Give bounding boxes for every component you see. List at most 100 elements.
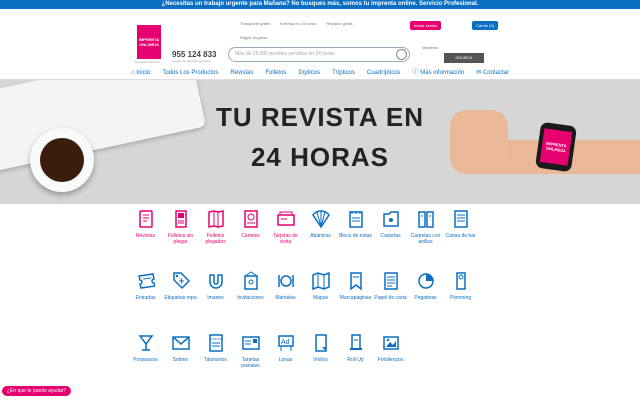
- product-tile[interactable]: Carpetas con anillas: [408, 206, 443, 262]
- product-label: Lonas: [278, 357, 293, 363]
- nav-triptychs[interactable]: Trípticos: [332, 66, 355, 79]
- product-label: Cartas de bar: [445, 233, 476, 239]
- search-icon[interactable]: [396, 49, 407, 60]
- product-tile[interactable]: Blocs de notas: [338, 206, 373, 262]
- product-grid: Revistas Folletos sin plegar Folletos pleg…: [128, 206, 512, 386]
- grid-spacer: [478, 268, 513, 324]
- product-tile[interactable]: Tarjetas postales: [233, 330, 268, 386]
- map-icon: [311, 270, 331, 292]
- watch-screen: IMPRENTA ONLINE24: [539, 128, 573, 166]
- feature-delivery: Entrega en 24 horas: [280, 21, 317, 26]
- hero-banner[interactable]: TU REVISTA EN 24 HORAS IMPRENTA ONLINE24: [0, 80, 640, 204]
- placemat-icon: [276, 270, 296, 292]
- product-tile[interactable]: Roll Up: [338, 330, 373, 386]
- search-input[interactable]: Más de 25.000 pedidos servidos en 24 hor…: [228, 47, 410, 62]
- product-tile[interactable]: Vinilos: [303, 330, 338, 386]
- product-tile[interactable]: Pomming: [443, 268, 478, 324]
- product-label: Invitaciones: [237, 295, 264, 301]
- hero-title-line1: TU REVISTA EN: [215, 102, 424, 132]
- product-tile[interactable]: Entradas: [128, 268, 163, 324]
- nav-diptychs[interactable]: Dípticos: [298, 66, 320, 79]
- product-tile[interactable]: Imanes: [198, 268, 233, 324]
- product-tile[interactable]: Folletos sin plegar: [163, 206, 198, 262]
- postcard-icon: [241, 332, 261, 354]
- letter-paper-icon: [381, 270, 401, 292]
- product-tile[interactable]: Sobres: [163, 330, 198, 386]
- product-tile[interactable]: Mapas: [303, 268, 338, 324]
- phone-subtitle: Horario de atención personal: [172, 59, 211, 63]
- product-label: Tarjetas postales: [241, 357, 260, 369]
- product-label: Posavasos: [133, 357, 158, 363]
- product-label: Blocs de notas: [339, 233, 372, 239]
- trust-badge: ONLINE24: [444, 53, 484, 63]
- chat-widget-button[interactable]: ¿En que te puedo ayudar?: [2, 386, 72, 396]
- product-tile[interactable]: Carpetas: [373, 206, 408, 262]
- envelope-icon: [171, 332, 191, 354]
- product-tile[interactable]: Abanicos: [303, 206, 338, 262]
- vinyl-icon: [311, 332, 331, 354]
- notepad-icon: [346, 208, 366, 230]
- product-label: Entradas: [135, 295, 156, 301]
- nav-magazines[interactable]: Revistas: [230, 66, 253, 79]
- product-label: Marcapáginas: [339, 295, 372, 301]
- nav-quadriptychs[interactable]: Cuadrípticos: [367, 66, 401, 79]
- product-tile[interactable]: Marcapáginas: [338, 268, 373, 324]
- product-tile[interactable]: Carteles: [233, 206, 268, 262]
- flyer-icon: [171, 208, 191, 230]
- product-label: Vinilos: [313, 357, 328, 363]
- product-tile[interactable]: Revistas: [128, 206, 163, 262]
- cart-button[interactable]: Carrito (0): [472, 21, 499, 30]
- banner-icon: Ad: [276, 332, 296, 354]
- product-tile[interactable]: Papel de carta: [373, 268, 408, 324]
- phone-number[interactable]: 955 124 833: [172, 50, 217, 59]
- door-hanger-icon: [451, 270, 471, 292]
- product-label: Carpetas con anillas: [410, 233, 441, 245]
- ring-binder-icon: [416, 208, 436, 230]
- poster-icon: [241, 208, 261, 230]
- feature-review: Revisión gratis: [326, 21, 353, 26]
- product-tile[interactable]: Talonarios: [198, 330, 233, 386]
- nav-contact[interactable]: ✉ Contactar: [476, 66, 509, 79]
- canvas-icon: [381, 332, 401, 354]
- magazine-icon: [136, 208, 156, 230]
- hero-title-line2: 24 HORAS: [250, 142, 390, 172]
- product-tile[interactable]: Pegatinas: [408, 268, 443, 324]
- product-tile[interactable]: Invitaciones: [233, 268, 268, 324]
- site-logo[interactable]: IMPRENTA ONLINE24: [137, 25, 161, 59]
- coaster-icon: [136, 332, 156, 354]
- product-label: Roll Up: [347, 357, 364, 363]
- product-label: Sobres: [172, 357, 189, 363]
- product-tile[interactable]: Ad Lonas: [268, 330, 303, 386]
- product-tile[interactable]: Posavasos: [128, 330, 163, 386]
- nav-flyers[interactable]: Folletos: [265, 66, 286, 79]
- fan-icon: [311, 208, 331, 230]
- login-button[interactable]: Iniciar sesión: [410, 21, 442, 30]
- product-tile[interactable]: Folletos plegados: [198, 206, 233, 262]
- invitation-icon: [241, 270, 261, 292]
- product-tile[interactable]: Tarjetas de visita: [268, 206, 303, 262]
- product-label: Talonarios: [204, 357, 227, 363]
- nav-home[interactable]: ⌂ Inicio: [131, 66, 150, 79]
- product-label: Pegatinas: [414, 295, 437, 301]
- product-label: Fotolienzos: [377, 357, 404, 363]
- nav-all-products[interactable]: Todos Los Productos: [162, 66, 218, 79]
- main-nav: ⌂ Inicio Todos Los Productos Revistas Fo…: [0, 66, 640, 80]
- folded-flyer-icon: [206, 208, 226, 230]
- product-label: Etiquetas ropa: [164, 295, 197, 301]
- product-label: Pomming: [449, 295, 472, 301]
- grid-spacer: [478, 206, 513, 262]
- receipt-book-icon: [206, 332, 226, 354]
- product-tile[interactable]: Etiquetas ropa: [163, 268, 198, 324]
- clothing-label-icon: [171, 270, 191, 292]
- product-label: Abanicos: [310, 233, 331, 239]
- product-tile[interactable]: Cartas de bar: [443, 206, 478, 262]
- nav-more-info[interactable]: ⓘ Más información: [413, 66, 465, 79]
- search-placeholder: Más de 25.000 pedidos servidos en 24 hor…: [235, 51, 335, 57]
- product-label: Imanes: [207, 295, 224, 301]
- folder-icon: [381, 208, 401, 230]
- fist-image: [450, 110, 508, 174]
- product-tile[interactable]: Manteles: [268, 268, 303, 324]
- product-label: Folletos plegados: [205, 233, 226, 245]
- product-label: Papel de carta: [374, 295, 407, 301]
- product-tile[interactable]: Fotolienzos: [373, 330, 408, 386]
